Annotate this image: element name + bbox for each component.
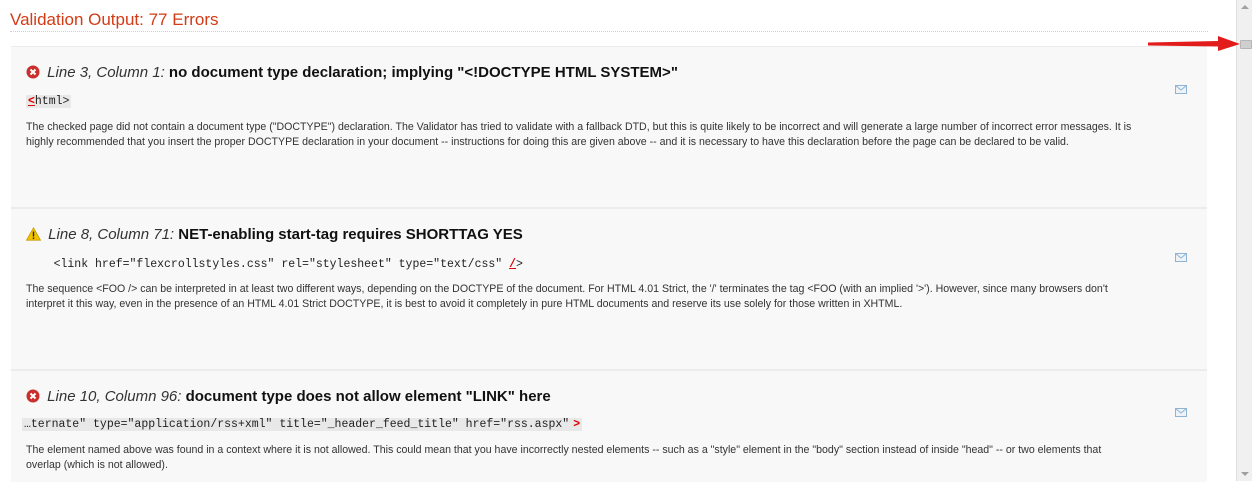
vertical-scrollbar[interactable] <box>1236 0 1252 481</box>
error-marker: < <box>28 95 35 108</box>
source-excerpt: <html> <box>26 95 72 108</box>
error-marker: > <box>573 418 581 431</box>
code-before: …ternate" type="application/rss+xml" tit… <box>24 418 570 431</box>
message-location[interactable]: Line 3, Column 1 <box>47 64 160 81</box>
message-description: The element named above was found in a c… <box>26 444 1102 471</box>
heading-divider <box>10 31 1208 32</box>
scroll-thumb[interactable] <box>1240 40 1252 49</box>
message-title: Line 3, Column 1: no document type decla… <box>26 64 678 83</box>
error-icon <box>26 389 40 407</box>
mail-icon[interactable] <box>1175 404 1187 422</box>
warning-icon <box>25 226 42 245</box>
scroll-up-arrow-icon[interactable] <box>1241 5 1249 9</box>
error-message: Line 3, Column 1: no document type decla… <box>11 46 1207 208</box>
red-arrow-icon <box>1148 36 1240 51</box>
code-after: html> <box>34 95 70 108</box>
message-description: The checked page did not contain a docum… <box>26 121 1132 148</box>
error-icon <box>26 65 40 83</box>
message-location[interactable]: Line 10, Column 96 <box>47 388 177 405</box>
message-location[interactable]: Line 8, Column 71 <box>48 226 170 243</box>
message-title: Line 10, Column 96: document type does n… <box>26 388 551 407</box>
message-description: The sequence <FOO /> can be interpreted … <box>26 283 1108 310</box>
message-title: Line 8, Column 71: NET-enabling start-ta… <box>25 226 523 245</box>
scroll-down-arrow-icon[interactable] <box>1241 472 1249 476</box>
warning-message: Line 8, Column 71: NET-enabling start-ta… <box>11 208 1207 370</box>
message-text: no document type declaration; implying "… <box>168 64 678 81</box>
error-marker: / <box>509 258 516 271</box>
source-excerpt: <link href="flexcrollstyles.css" rel="st… <box>26 258 523 271</box>
message-text: document type does not allow element "LI… <box>185 388 551 405</box>
error-message: Line 10, Column 96: document type does n… <box>11 370 1207 482</box>
code-after: > <box>516 258 523 271</box>
mail-icon[interactable] <box>1175 81 1187 99</box>
source-excerpt: …ternate" type="application/rss+xml" tit… <box>22 418 583 431</box>
mail-icon[interactable] <box>1175 249 1187 267</box>
message-text: NET-enabling start-tag requires SHORTTAG… <box>178 226 523 243</box>
code-before: <link href="flexcrollstyles.css" rel="st… <box>26 258 510 271</box>
validation-output-heading: Validation Output: 77 Errors <box>10 10 219 29</box>
